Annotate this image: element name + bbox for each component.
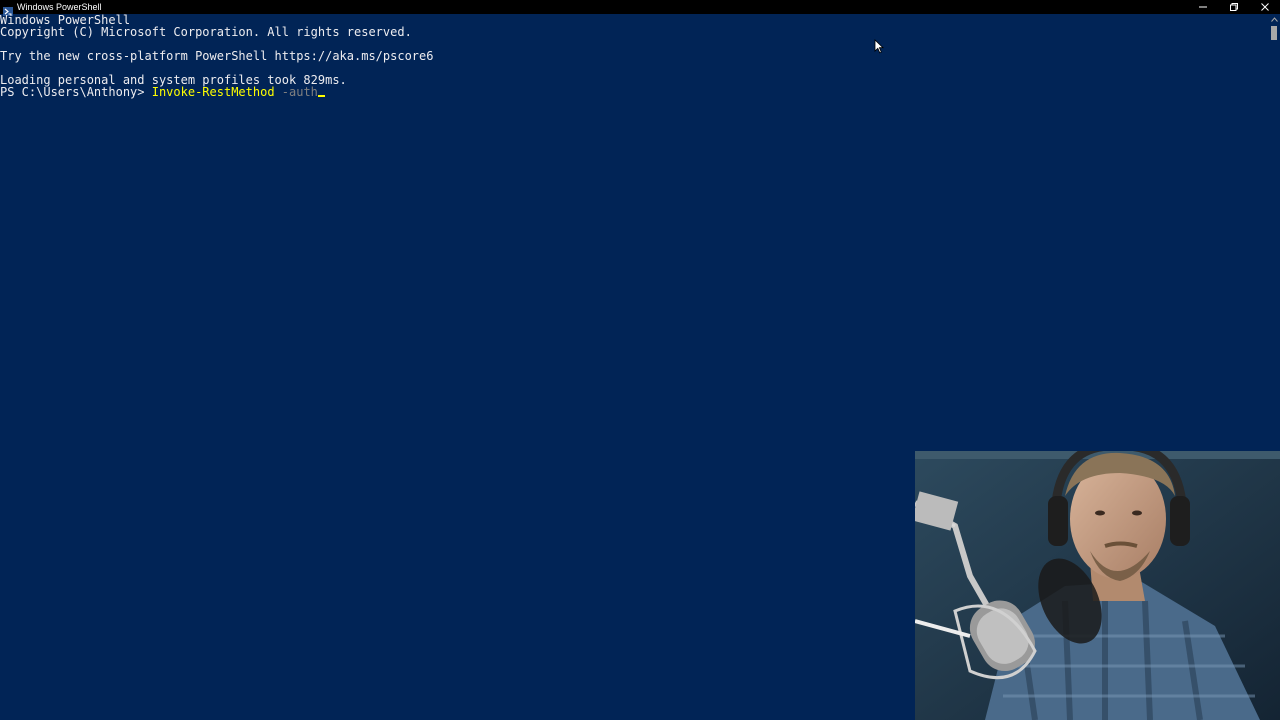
text-cursor — [317, 95, 325, 97]
close-icon — [1260, 3, 1269, 11]
mouse-pointer-icon — [874, 39, 884, 59]
webcam-overlay-image — [915, 451, 1280, 720]
restore-icon — [1229, 3, 1238, 11]
window-controls — [1187, 0, 1280, 14]
cmdlet-text: Invoke-RestMethod — [151, 85, 275, 99]
powershell-icon — [3, 3, 13, 16]
restore-button[interactable] — [1218, 0, 1249, 14]
powershell-window: Windows PowerShell Windows PowerShell Co… — [0, 0, 1280, 720]
close-button[interactable] — [1249, 0, 1280, 14]
minimize-button[interactable] — [1187, 0, 1218, 14]
pscore-line: Try the new cross-platform PowerShell ht… — [0, 49, 434, 63]
command-line[interactable]: PS C:\Users\Anthony> Invoke-RestMethod -… — [0, 86, 1268, 98]
minimize-icon — [1198, 6, 1207, 8]
title-bar[interactable]: Windows PowerShell — [0, 0, 1280, 16]
scroll-up-icon[interactable] — [1268, 14, 1280, 24]
prompt-text: PS C:\Users\Anthony> — [0, 85, 152, 99]
parameter-text: -auth — [274, 85, 318, 99]
copyright-line: Copyright (C) Microsoft Corporation. All… — [0, 25, 412, 39]
window-title: Windows PowerShell — [17, 2, 102, 12]
scrollbar-thumb[interactable] — [1271, 26, 1277, 40]
